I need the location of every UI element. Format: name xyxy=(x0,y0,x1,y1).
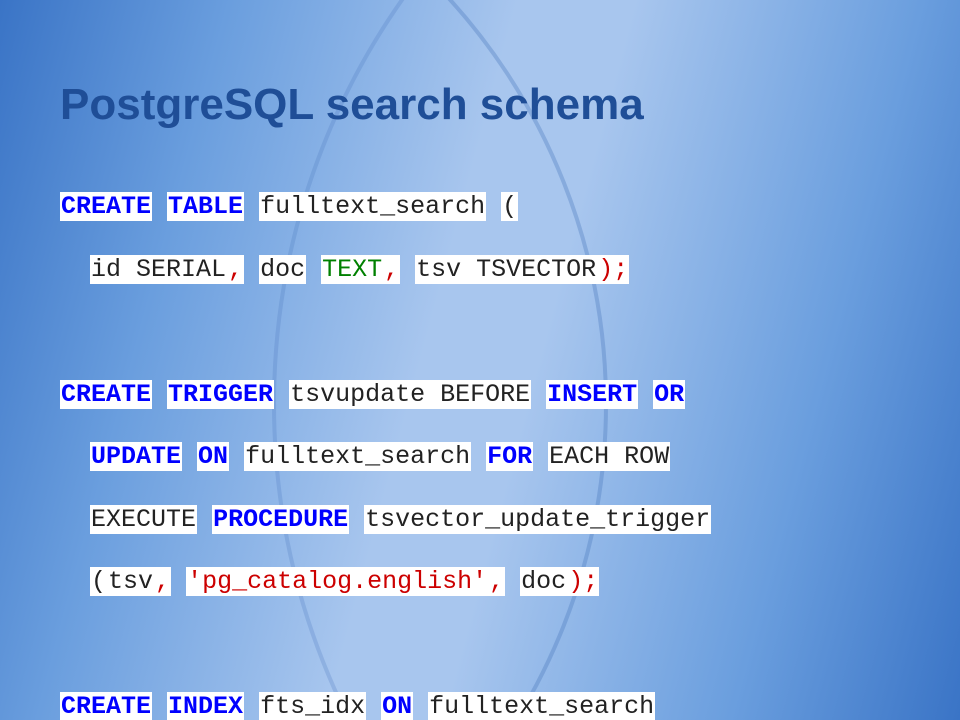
keyword: TRIGGER xyxy=(167,380,274,409)
keyword: INDEX xyxy=(167,692,244,720)
identifier: fulltext_search xyxy=(244,442,471,471)
code-line-4: UPDATE ON fulltext_search FOR EACH ROW xyxy=(60,441,910,472)
comma: , xyxy=(227,255,244,284)
blank-line xyxy=(60,629,910,660)
keyword: CREATE xyxy=(60,192,152,221)
identifier: tsv TSVECTOR xyxy=(415,255,597,284)
slide: PostgreSQL search schema CREATE TABLE fu… xyxy=(0,0,960,720)
comma: , xyxy=(383,255,400,284)
comma: , xyxy=(154,567,171,596)
slide-title: PostgreSQL search schema xyxy=(60,80,910,130)
identifier: EACH ROW xyxy=(548,442,670,471)
comma: , xyxy=(488,567,505,596)
code-line-1: CREATE TABLE fulltext_search ( xyxy=(60,191,910,222)
keyword: UPDATE xyxy=(90,442,182,471)
terminator: ); xyxy=(597,255,629,284)
keyword: CREATE xyxy=(60,692,152,720)
keyword: ON xyxy=(381,692,413,720)
identifier: fts_idx xyxy=(259,692,366,720)
keyword: OR xyxy=(653,380,685,409)
blank-line xyxy=(60,316,910,347)
paren: ( xyxy=(501,192,518,221)
keyword: PROCEDURE xyxy=(212,505,349,534)
type: TEXT xyxy=(321,255,383,284)
identifier: doc xyxy=(259,255,306,284)
identifier: tsv xyxy=(107,567,154,596)
code-line-6: (tsv, 'pg_catalog.english', doc); xyxy=(60,566,910,597)
string: 'pg_catalog.english' xyxy=(186,567,488,596)
keyword: CREATE xyxy=(60,380,152,409)
code-line-2: id SERIAL, doc TEXT, tsv TSVECTOR); xyxy=(60,254,910,285)
code-line-7: CREATE INDEX fts_idx ON fulltext_search xyxy=(60,691,910,720)
identifier: tsvector_update_trigger xyxy=(364,505,711,534)
identifier: id SERIAL xyxy=(90,255,227,284)
identifier: doc xyxy=(520,567,567,596)
keyword: TABLE xyxy=(167,192,244,221)
keyword: FOR xyxy=(486,442,533,471)
identifier: fulltext_search xyxy=(259,192,486,221)
code-line-5: EXECUTE PROCEDURE tsvector_update_trigge… xyxy=(60,504,910,535)
keyword: INSERT xyxy=(546,380,638,409)
identifier: fulltext_search xyxy=(428,692,655,720)
code-line-3: CREATE TRIGGER tsvupdate BEFORE INSERT O… xyxy=(60,379,910,410)
identifier: tsvupdate BEFORE xyxy=(289,380,531,409)
identifier: EXECUTE xyxy=(90,505,197,534)
terminator: ); xyxy=(567,567,599,596)
paren: ( xyxy=(90,567,107,596)
code-block: CREATE TABLE fulltext_search ( id SERIAL… xyxy=(60,160,910,720)
keyword: ON xyxy=(197,442,229,471)
